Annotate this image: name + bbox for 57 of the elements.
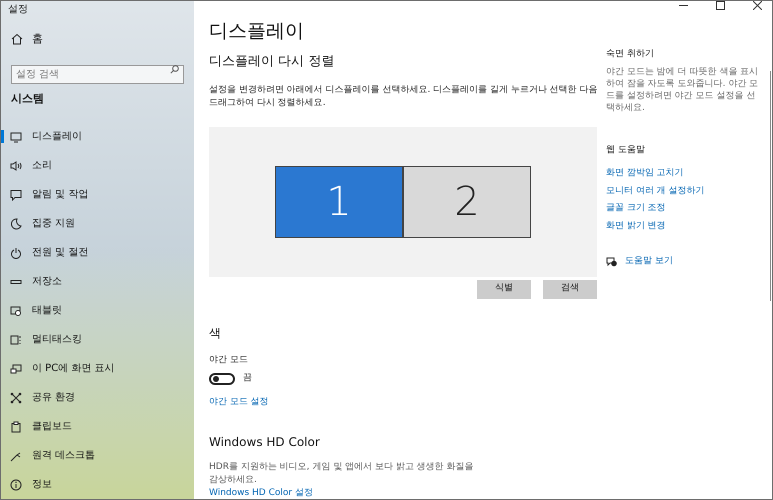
section-heading: 색 [209,324,222,342]
display-tile[interactable]: 2 [403,166,531,238]
section-heading: 디스플레이 다시 정렬 [209,53,336,71]
nav-item[interactable]: 디스플레이 [1,122,194,151]
clipboard-icon [10,420,22,432]
toggle-state-text: 끔 [243,372,252,385]
search-icon [170,64,179,74]
help-link[interactable]: 화면 밝기 변경 [606,220,764,233]
nav-item[interactable]: 저장소 [1,267,194,296]
description-text: HDR를 지원하는 비디오, 게임 및 앱에서 보다 밝고 생생한 화질을 감상하세요. [209,461,475,487]
page-title: 디스플레이 [209,19,305,43]
nav-item[interactable]: 전원 및 절전 [1,238,194,267]
moon-icon [10,218,22,230]
action-button[interactable]: 검색 [543,280,597,298]
message-icon [10,188,22,200]
nav-item[interactable]: 원격 데스크톱 [1,441,194,470]
help-link[interactable]: 글꼴 크기 조정 [606,202,764,216]
nav-item[interactable]: 소리 [1,151,194,180]
close-icon[interactable] [753,1,762,10]
nav-item[interactable]: 정보 [1,470,194,499]
display-tile[interactable]: 1 [275,166,403,238]
toggle-switch[interactable] [209,372,235,385]
nav-item[interactable]: 알림 및 작업 [1,180,194,209]
monitor-icon [10,130,22,142]
nav-item[interactable]: 태블릿 [1,296,194,325]
setting-label: 야간 모드 [209,354,249,366]
aside-text: 야간 모드는 밤에 더 따뜻한 색을 표시하여 잠을 자도록 도와줍니다. 야간 모드를 설정하려면 야간 모드 설정을 선택하세요. [606,66,760,114]
remote-icon [10,450,22,462]
nav-item[interactable]: 이 PC에 화면 표시 [1,354,194,383]
nav-item[interactable]: 공유 환경 [1,383,194,412]
nav-item[interactable]: 클립보드 [1,412,194,441]
section-heading: Windows HD Color [209,434,321,451]
multitask-icon [10,334,22,346]
help-link[interactable]: 화면 깜박임 고치기 [606,167,764,180]
aside-heading: 웹 도움말 [606,144,646,156]
description-text: 설정을 변경하려면 아래에서 디스플레이를 선택하세요. 디스플레이를 길게 누르거나 선택한 다음 드래그하여 다시 정렬하세요. [209,84,599,110]
home-icon [11,33,23,46]
aside-heading: 숙면 취하기 [606,48,655,61]
projector-icon [10,362,22,374]
tablet-icon [10,304,22,316]
info-icon [10,478,22,490]
action-button[interactable]: 식별 [477,280,531,298]
nav-item[interactable]: 집중 지원 [1,209,194,238]
get-help-link[interactable]: 도움말 보기 [625,255,673,268]
help-link[interactable]: 모니터 여러 개 설정하기 [606,184,764,198]
maximize-icon[interactable] [716,1,725,10]
night-light-settings-link[interactable]: 야간 모드 설정 [209,396,598,409]
share-icon [10,392,22,404]
chat-icon [606,256,617,267]
speaker-icon [10,160,22,172]
nav-item[interactable]: 멀티태스킹 [1,325,194,354]
hd-color-settings-link[interactable]: Windows HD Color 설정 [209,488,598,499]
window-title: 설정 [8,3,28,17]
power-icon [10,246,22,258]
search-field[interactable]: 설정 검색 [11,64,184,84]
section-heading: 시스템 [11,90,45,106]
home-link[interactable]: 홈 [32,31,43,48]
